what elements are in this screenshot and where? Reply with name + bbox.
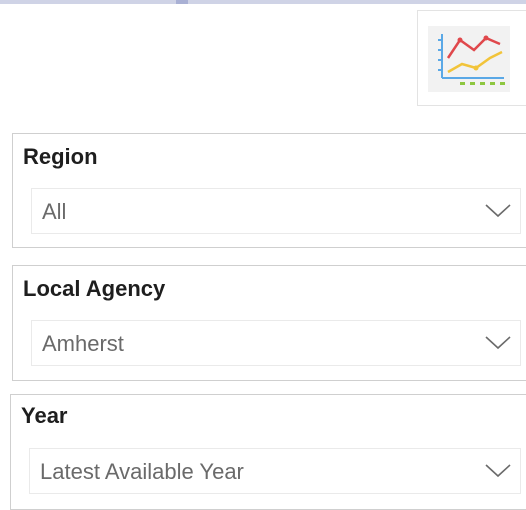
- chevron-down-icon[interactable]: [484, 463, 512, 479]
- chevron-down-icon[interactable]: [484, 335, 512, 351]
- local-agency-selected-value: Amherst: [42, 331, 124, 356]
- year-slicer: Year Latest Available Year: [10, 394, 526, 510]
- region-slicer-title: Region: [23, 144, 98, 169]
- year-selected-value: Latest Available Year: [40, 459, 244, 484]
- year-dropdown[interactable]: Latest Available Year: [29, 448, 521, 494]
- local-agency-slicer: Local Agency Amherst: [12, 265, 526, 381]
- region-selected-value: All: [42, 199, 67, 224]
- year-slicer-title: Year: [21, 403, 68, 428]
- region-slicer: Region All: [12, 133, 526, 248]
- top-border-strip: [0, 0, 526, 4]
- line-chart-icon[interactable]: [428, 26, 510, 92]
- region-dropdown[interactable]: All: [31, 188, 521, 234]
- local-agency-slicer-title: Local Agency: [23, 276, 166, 301]
- chevron-down-icon[interactable]: [484, 203, 512, 219]
- top-border-accent: [176, 0, 188, 4]
- local-agency-dropdown[interactable]: Amherst: [31, 320, 521, 366]
